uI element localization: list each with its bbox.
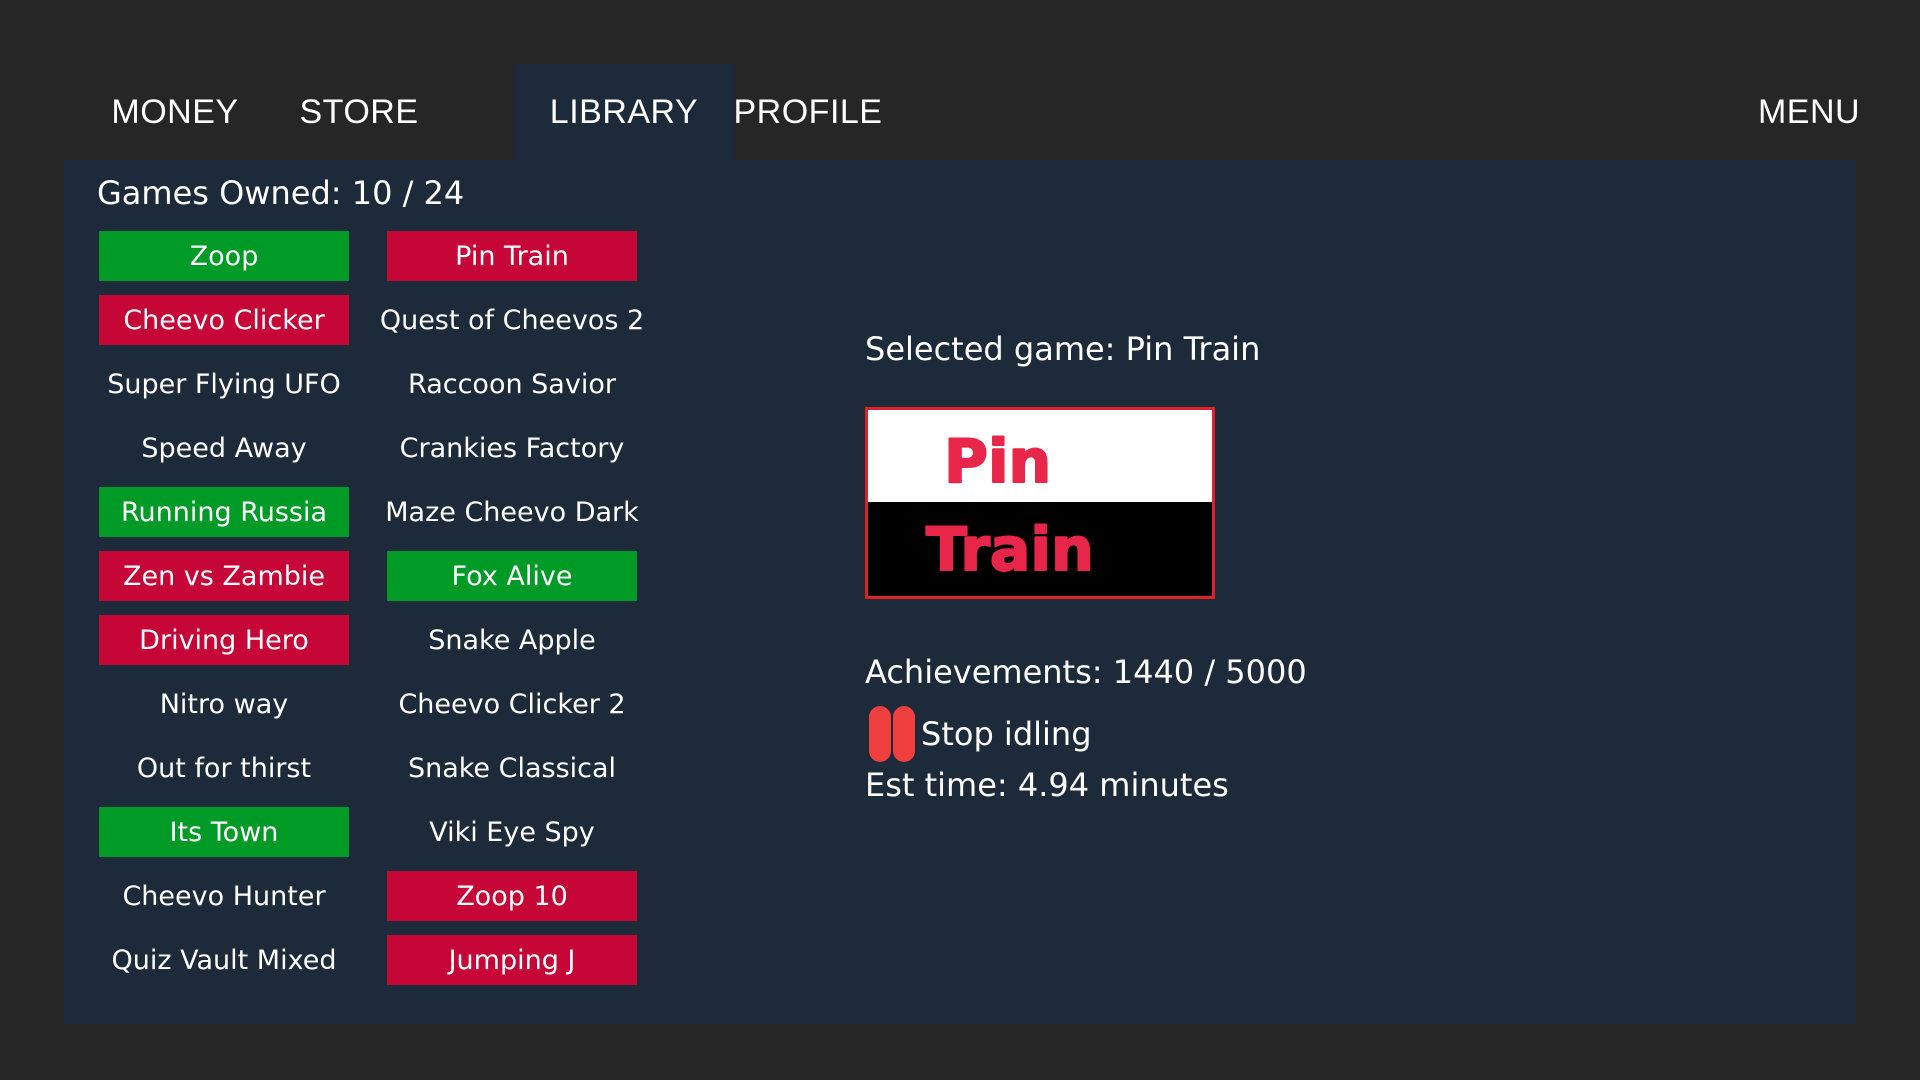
game-item[interactable]: Raccoon Savior: [387, 359, 637, 409]
game-item[interactable]: Driving Hero: [99, 615, 349, 665]
selected-game-details: Selected game: Pin Train Pin Train Achie…: [865, 330, 1307, 804]
game-item[interactable]: Quiz Vault Mixed: [99, 935, 349, 985]
game-cover-image: Pin Train: [865, 407, 1215, 599]
game-item[interactable]: Viki Eye Spy: [387, 807, 637, 857]
game-item[interactable]: Speed Away: [99, 423, 349, 473]
selected-game-label: Selected game: Pin Train: [865, 330, 1261, 368]
game-item[interactable]: Quest of Cheevos 2: [380, 295, 644, 345]
cover-title-line1: Pin: [944, 427, 1051, 497]
game-item[interactable]: Zoop: [99, 231, 349, 281]
cover-title-line2: Train: [926, 515, 1094, 585]
pause-icon: [865, 706, 915, 762]
top-nav: MONEY STORE LIBRARY PROFILE MENU: [64, 64, 1860, 160]
game-item[interactable]: Cheevo Clicker: [99, 295, 349, 345]
game-item[interactable]: Super Flying UFO: [99, 359, 349, 409]
game-item[interactable]: Cheevo Clicker 2: [387, 679, 637, 729]
game-item[interactable]: Running Russia: [99, 487, 349, 537]
menu-button[interactable]: MENU: [1698, 64, 1920, 160]
stop-idling-button[interactable]: Stop idling: [865, 706, 1092, 762]
game-item[interactable]: Fox Alive: [387, 551, 637, 601]
game-item[interactable]: Pin Train: [387, 231, 637, 281]
tab-store[interactable]: STORE: [248, 64, 470, 160]
game-item[interactable]: Maze Cheevo Dark: [385, 487, 639, 537]
game-item[interactable]: Zoop 10: [387, 871, 637, 921]
game-item[interactable]: Crankies Factory: [387, 423, 637, 473]
game-item[interactable]: Jumping J: [387, 935, 637, 985]
achievements-count: Achievements: 1440 / 5000: [865, 653, 1307, 691]
game-item[interactable]: Snake Classical: [387, 743, 637, 793]
game-item[interactable]: Zen vs Zambie: [99, 551, 349, 601]
games-owned-count: Games Owned: 10 / 24: [97, 174, 465, 212]
game-item[interactable]: Nitro way: [99, 679, 349, 729]
game-item[interactable]: Snake Apple: [387, 615, 637, 665]
stop-idling-label: Stop idling: [921, 715, 1092, 753]
tab-profile[interactable]: PROFILE: [697, 64, 919, 160]
estimated-time: Est time: 4.94 minutes: [865, 766, 1229, 804]
game-item[interactable]: Out for thirst: [99, 743, 349, 793]
game-item[interactable]: Cheevo Hunter: [99, 871, 349, 921]
library-panel: Games Owned: 10 / 24 Zoop Pin Train Cheevo…: [64, 160, 1856, 1024]
game-item[interactable]: Its Town: [99, 807, 349, 857]
